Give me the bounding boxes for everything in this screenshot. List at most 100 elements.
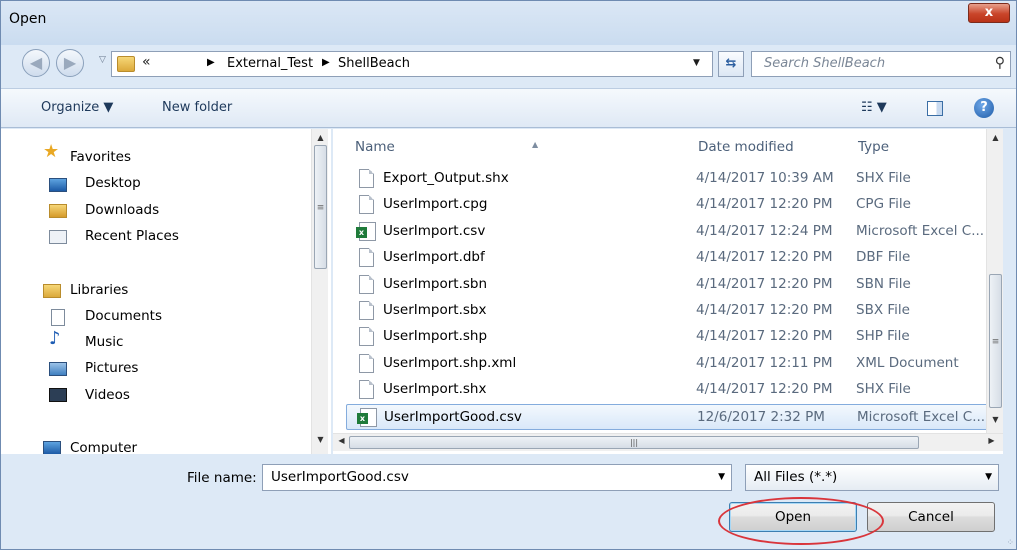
nav-item-music[interactable]: Music (85, 334, 123, 350)
generic-file-icon (359, 380, 374, 400)
filelist-scrollbar[interactable]: ▲ ≡ ▼ (986, 129, 1003, 433)
search-placeholder: Search ShellBeach (764, 56, 886, 71)
file-type-cell: CPG File (856, 196, 911, 213)
scroll-up-arrow[interactable]: ▲ (312, 133, 329, 142)
scroll-up-arrow[interactable]: ▲ (987, 133, 1003, 142)
chevron-right-icon[interactable]: ▶ (207, 57, 215, 68)
scroll-down-arrow[interactable]: ▼ (312, 435, 329, 444)
file-name-input[interactable]: UserImportGood.csv ▼ (262, 464, 732, 491)
horizontal-scroll-thumb[interactable]: ||| (349, 436, 919, 449)
computer-header[interactable]: Computer (70, 440, 137, 454)
favorites-header[interactable]: Favorites (70, 149, 131, 165)
file-type-cell: SHX File (856, 381, 911, 398)
recent-pages-dropdown[interactable]: ▽ (99, 55, 106, 65)
scroll-right-arrow[interactable]: ▶ (983, 436, 1000, 445)
computer-icon (43, 441, 61, 454)
date-modified-cell: 4/14/2017 12:24 PM (696, 222, 833, 239)
file-name-cell: UserImport.shp.xml (383, 354, 517, 371)
navpane-scrollbar[interactable]: ▲ ≡ ▼ (311, 129, 328, 454)
date-modified-cell: 4/14/2017 12:20 PM (696, 381, 833, 398)
file-name-value[interactable]: UserImportGood.csv (271, 469, 409, 485)
column-name-label: Name (355, 139, 395, 155)
refresh-button[interactable]: ⇆ (718, 51, 744, 77)
file-name-cell: UserImport.shx (383, 381, 487, 398)
libraries-header[interactable]: Libraries (70, 282, 128, 298)
search-box[interactable]: Search ShellBeach ⚲ (751, 51, 1011, 77)
horizontal-scrollbar[interactable]: ◀ ||| ▶ (333, 433, 1003, 451)
command-toolbar: Organize ▼ New folder ☷ ▼ ? (1, 88, 1016, 128)
file-type-cell: DBF File (856, 249, 911, 266)
nav-item-videos[interactable]: Videos (85, 387, 130, 403)
date-modified-cell: 4/14/2017 12:20 PM (696, 196, 833, 213)
file-type-cell: SBN File (856, 275, 911, 292)
table-row[interactable]: UserImport.shp 4/14/2017 12:20 PM SHP File (346, 324, 996, 350)
date-modified-cell: 4/14/2017 12:20 PM (696, 328, 833, 345)
breadcrumb-overflow[interactable]: « (142, 54, 151, 70)
recent-places-icon (49, 230, 67, 244)
file-type-filter[interactable]: All Files (*.*) ▼ (745, 464, 999, 491)
file-name-cell: Export_Output.shx (383, 170, 509, 186)
cancel-button[interactable]: Cancel (867, 502, 995, 532)
preview-pane-icon[interactable] (927, 101, 943, 116)
generic-file-icon (359, 169, 374, 188)
date-modified-cell: 4/14/2017 12:20 PM (696, 275, 833, 292)
generic-file-icon (359, 353, 374, 373)
navpane-scroll-thumb[interactable]: ≡ (314, 145, 327, 269)
date-modified-cell: 4/14/2017 12:11 PM (696, 354, 833, 371)
open-file-dialog: Open x ◀ ▶ ▽ « ▶ External_Test ▶ ShellBe… (0, 0, 1017, 550)
generic-file-icon (359, 248, 374, 268)
excel-file-icon: x (357, 407, 377, 427)
organize-menu[interactable]: Organize ▼ (41, 100, 113, 115)
change-view-button[interactable]: ☷ ▼ (861, 100, 887, 115)
chevron-right-icon[interactable]: ▶ (322, 57, 330, 68)
date-modified-cell: 12/6/2017 2:32 PM (697, 408, 825, 425)
back-button[interactable]: ◀ (22, 49, 50, 77)
chevron-down-icon[interactable]: ▼ (718, 472, 725, 482)
close-button[interactable]: x (968, 3, 1010, 23)
column-header-type[interactable]: Type (858, 139, 889, 155)
generic-file-icon (359, 195, 374, 215)
breadcrumb-item-shellbeach[interactable]: ShellBeach (338, 56, 410, 71)
navigation-pane: ★ Favorites Desktop Downloads Recent Pla… (1, 129, 331, 454)
desktop-icon (49, 178, 67, 192)
table-row[interactable]: UserImport.dbf 4/14/2017 12:20 PM DBF File (346, 245, 996, 271)
address-bar[interactable]: « ▶ External_Test ▶ ShellBeach ▼ (111, 51, 713, 77)
table-row[interactable]: UserImport.shx 4/14/2017 12:20 PM SHX File (346, 377, 996, 403)
forward-button[interactable]: ▶ (56, 49, 84, 77)
column-header-date[interactable]: Date modified (698, 139, 794, 155)
resize-grip-icon[interactable]: ⁘ (1006, 538, 1013, 548)
search-icon[interactable]: ⚲ (995, 55, 1005, 71)
nav-item-pictures[interactable]: Pictures (85, 360, 138, 376)
excel-badge-icon: x (356, 226, 367, 238)
table-row[interactable]: x UserImport.csv 4/14/2017 12:24 PM Microso… (346, 219, 996, 245)
file-type-cell: XML Document (856, 354, 959, 371)
table-row[interactable]: UserImport.cpg 4/14/2017 12:20 PM CPG File (346, 192, 996, 218)
videos-icon (49, 388, 67, 402)
scroll-left-arrow[interactable]: ◀ (333, 436, 350, 445)
navigation-row: ◀ ▶ ▽ « ▶ External_Test ▶ ShellBeach ▼ ⇆… (1, 47, 1016, 81)
table-row[interactable]: UserImport.sbx 4/14/2017 12:20 PM SBX File (346, 298, 996, 324)
chevron-down-icon[interactable]: ▼ (693, 58, 700, 68)
file-name-cell: UserImport.sbx (383, 302, 487, 318)
open-button-highlight-ring (718, 497, 884, 545)
table-row[interactable]: Export_Output.shx 4/14/2017 10:39 AM SHX F… (346, 166, 996, 192)
chevron-down-icon[interactable]: ▼ (985, 472, 992, 482)
help-button[interactable]: ? (974, 98, 994, 118)
file-name-cell: UserImport.sbn (383, 275, 488, 292)
table-row[interactable]: UserImport.sbn 4/14/2017 12:20 PM SBN File (346, 272, 996, 298)
pictures-icon (49, 362, 67, 376)
table-row-selected[interactable]: x UserImportGood.csv 12/6/2017 2:32 PM Micr… (346, 403, 996, 430)
excel-file-icon: x (356, 221, 376, 241)
filelist-scroll-thumb[interactable]: ≡ (989, 274, 1002, 408)
nav-item-recent-places[interactable]: Recent Places (85, 228, 179, 244)
file-name-cell: UserImport.csv (383, 222, 486, 239)
column-header-name[interactable]: Name ▲ (355, 139, 538, 155)
new-folder-button[interactable]: New folder (162, 100, 232, 115)
nav-item-desktop[interactable]: Desktop (85, 175, 141, 191)
nav-item-documents[interactable]: Documents (85, 308, 162, 324)
scroll-down-arrow[interactable]: ▼ (987, 415, 1003, 424)
breadcrumb-item-external-test[interactable]: External_Test (227, 56, 313, 71)
nav-item-downloads[interactable]: Downloads (85, 202, 159, 218)
date-modified-cell: 4/14/2017 12:20 PM (696, 302, 833, 318)
table-row[interactable]: UserImport.shp.xml 4/14/2017 12:11 PM XML … (346, 351, 996, 377)
